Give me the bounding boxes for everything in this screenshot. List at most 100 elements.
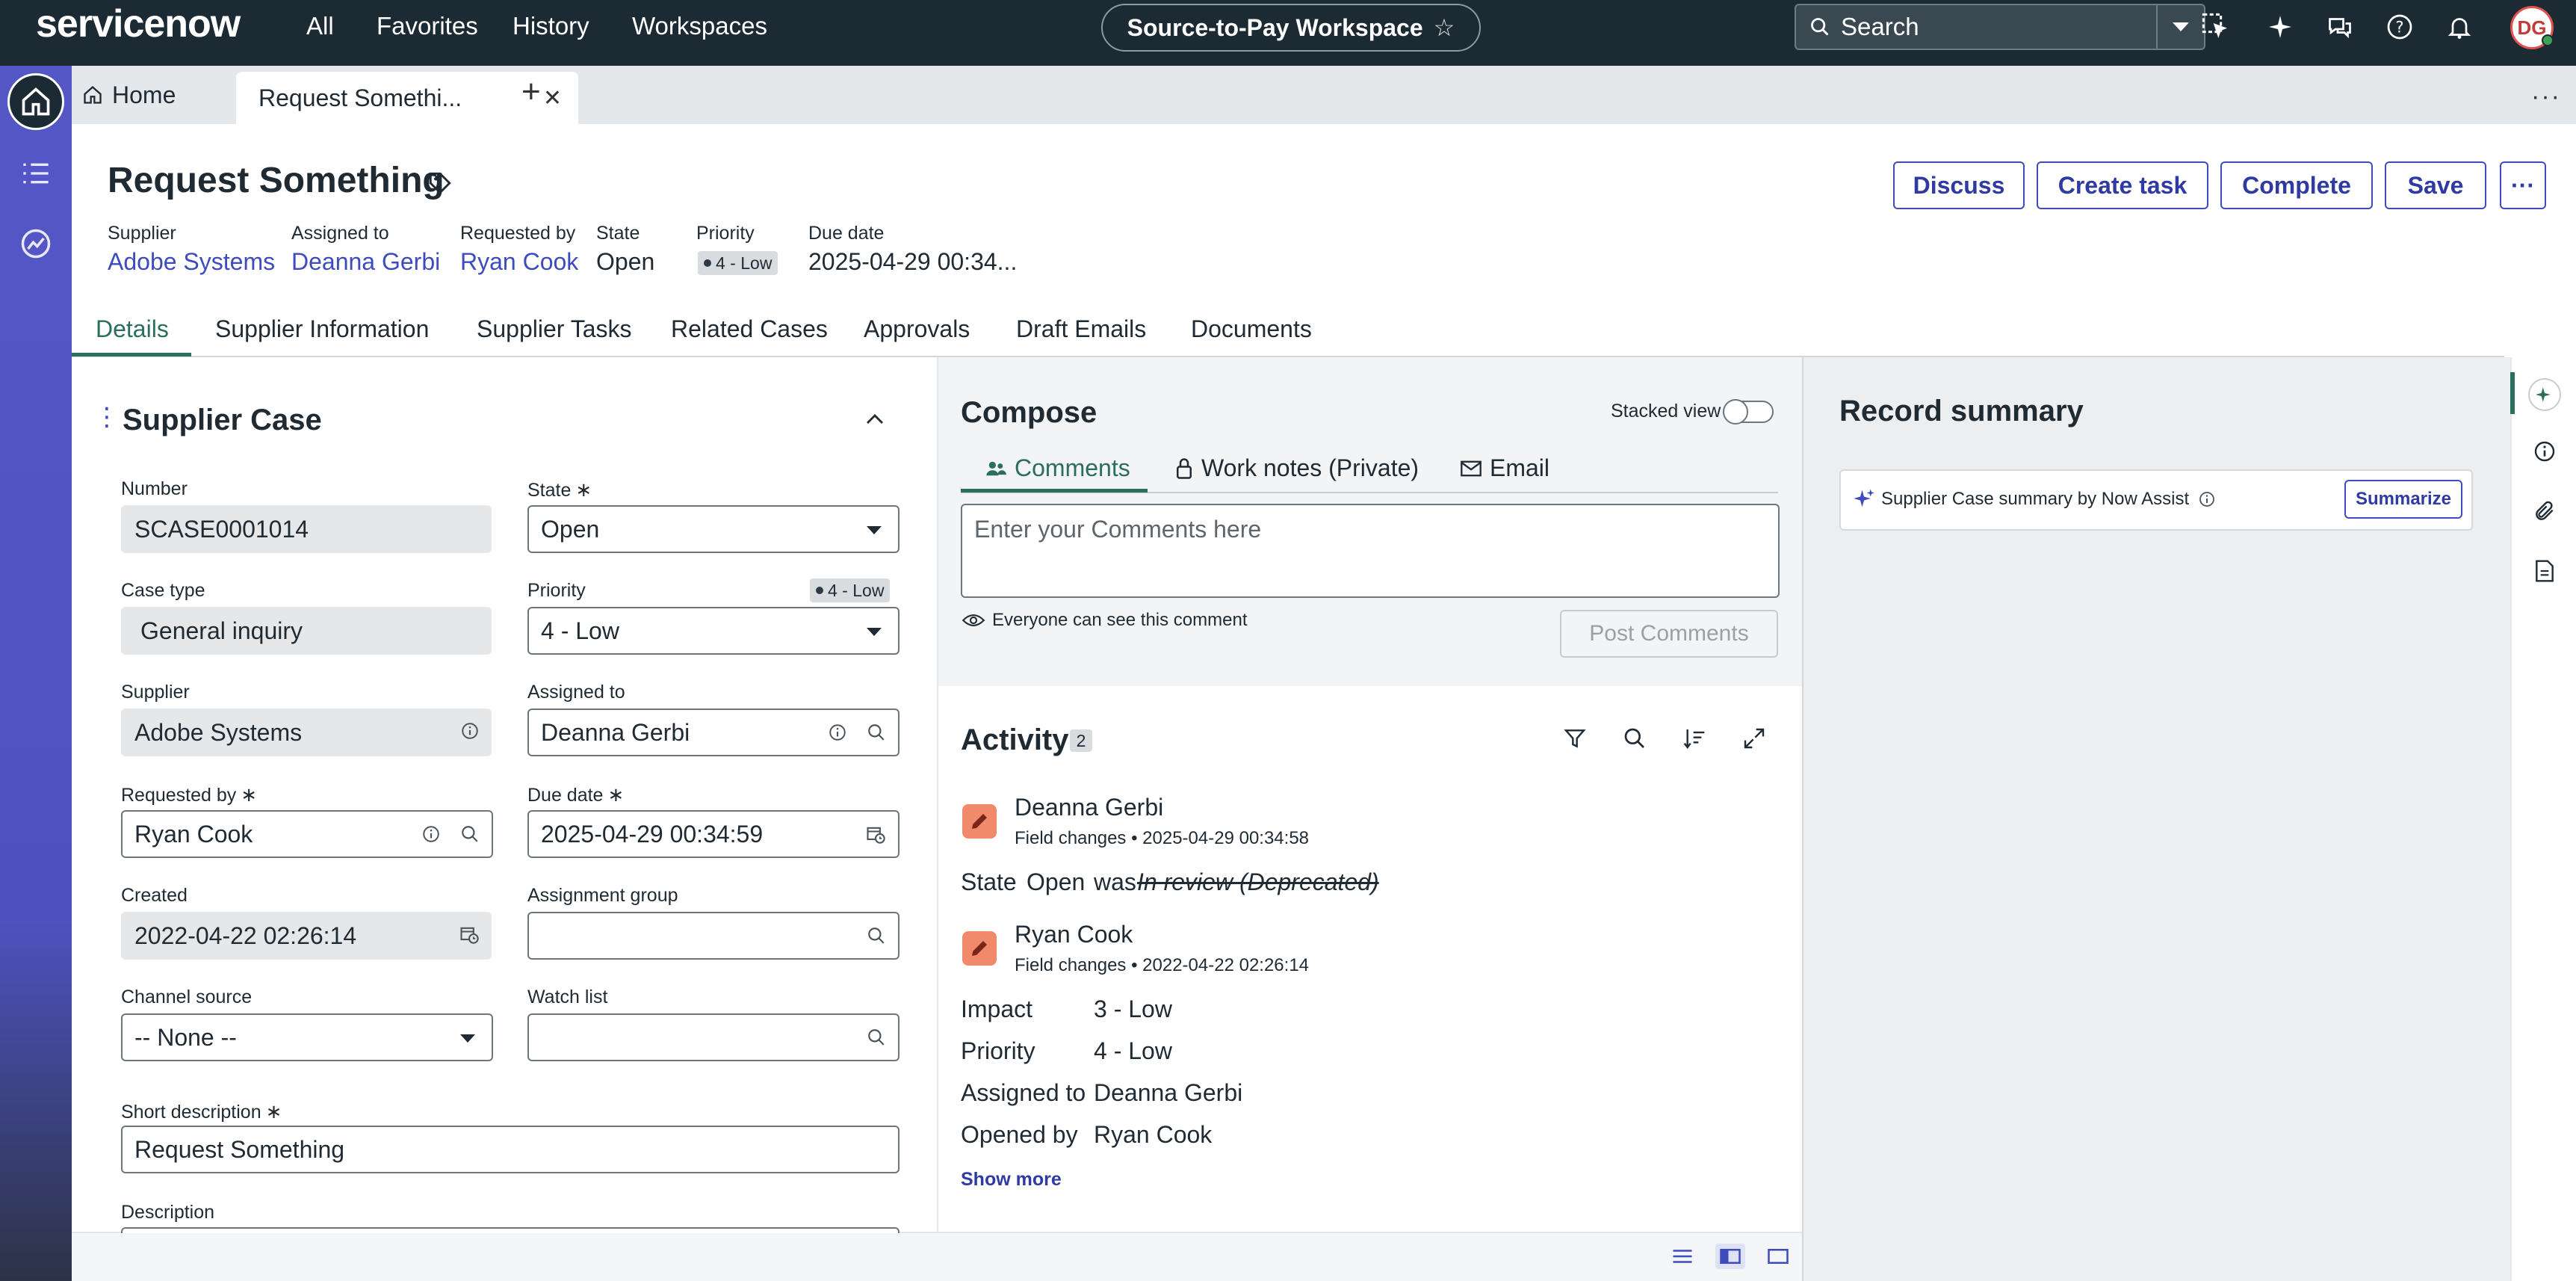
priority-mini-text: 4 - Low: [828, 580, 885, 600]
short-description-input[interactable]: Request Something: [121, 1126, 900, 1173]
post-comments-button[interactable]: Post Comments: [1560, 610, 1778, 658]
more-actions-button[interactable]: ···: [2500, 161, 2546, 209]
meta-assigned-link[interactable]: Deanna Gerbi: [291, 248, 440, 276]
save-button[interactable]: Save: [2385, 161, 2486, 209]
attachment-icon[interactable]: [2530, 496, 2560, 526]
tab-approvals[interactable]: Approvals: [864, 315, 970, 343]
requested-by-field[interactable]: Ryan Cook: [121, 810, 493, 858]
search-icon[interactable]: [867, 723, 886, 742]
add-tab-icon[interactable]: +: [521, 73, 541, 111]
required-indicator: ∗: [241, 783, 258, 806]
edit-icon: [962, 931, 997, 966]
tab-supplier-information[interactable]: Supplier Information: [215, 315, 429, 343]
tab-work-notes[interactable]: Work notes (Private): [1174, 454, 1419, 482]
global-search-input[interactable]: Search: [1795, 4, 2158, 50]
tab-email[interactable]: Email: [1460, 454, 1549, 482]
short-description-value: Request Something: [134, 1135, 345, 1163]
info-icon[interactable]: [2530, 436, 2560, 466]
tab-related-cases[interactable]: Related Cases: [671, 315, 828, 343]
tab-email-label: Email: [1490, 454, 1550, 481]
info-icon[interactable]: [828, 723, 847, 742]
expand-icon[interactable]: [1742, 726, 1766, 754]
nav-workspaces[interactable]: Workspaces: [632, 12, 767, 40]
list-icon[interactable]: [18, 155, 54, 191]
servicenow-logo[interactable]: servicenow: [36, 1, 241, 46]
info-icon[interactable]: [2198, 490, 2216, 508]
summarize-button[interactable]: Summarize: [2344, 480, 2462, 519]
bell-icon[interactable]: [2443, 10, 2476, 43]
description-textarea[interactable]: [121, 1227, 900, 1233]
meta-state-value: Open: [596, 248, 655, 275]
meta-requested-link[interactable]: Ryan Cook: [460, 248, 578, 276]
tab-home[interactable]: Home: [82, 75, 176, 115]
comments-textarea[interactable]: Enter your Comments here: [961, 504, 1780, 598]
workspace-name: Source-to-Pay Workspace: [1127, 13, 1423, 41]
meta-due-label: Due date: [808, 223, 885, 244]
info-icon[interactable]: [460, 721, 480, 741]
change-was-text: was: [1094, 868, 1136, 895]
change-value-priority: 4 - Low: [1094, 1037, 1172, 1064]
priority-select[interactable]: 4 - Low: [527, 607, 900, 655]
drag-handle-icon[interactable]: ⋮: [94, 404, 120, 430]
number-field: SCASE0001014: [121, 505, 492, 553]
document-icon[interactable]: [2530, 556, 2560, 586]
cursor-select-icon[interactable]: [2199, 10, 2232, 43]
create-task-button[interactable]: Create task: [2037, 161, 2208, 209]
analytics-icon[interactable]: [18, 226, 54, 262]
now-assist-icon[interactable]: [2528, 378, 2561, 411]
tab-details[interactable]: Details: [96, 315, 169, 343]
calendar-clock-icon[interactable]: [865, 824, 886, 845]
priority-mini-badge: 4 - Low: [810, 578, 891, 602]
tag-icon[interactable]: [427, 170, 453, 200]
created-field: 2022-04-22 02:26:14: [121, 912, 492, 960]
channel-source-select[interactable]: -- None --: [121, 1013, 493, 1061]
star-icon[interactable]: ☆: [1434, 13, 1455, 42]
active-tab-indicator: [72, 353, 191, 356]
activity-author-2: Ryan Cook: [1015, 921, 1133, 948]
discuss-button[interactable]: Discuss: [1893, 161, 2025, 209]
help-icon[interactable]: ?: [2383, 10, 2416, 43]
info-icon[interactable]: [421, 824, 441, 844]
compose-title: Compose: [961, 396, 1097, 429]
home-icon: [84, 85, 102, 104]
meta-supplier-link[interactable]: Adobe Systems: [108, 248, 275, 276]
chat-icon[interactable]: [2323, 10, 2356, 43]
assignment-group-label: Assignment group: [527, 885, 678, 906]
channel-source-label: Channel source: [121, 987, 253, 1007]
nav-all[interactable]: All: [306, 12, 334, 40]
complete-button[interactable]: Complete: [2220, 161, 2373, 209]
workspace-switcher[interactable]: Source-to-Pay Workspace ☆: [1101, 4, 1481, 52]
sort-icon[interactable]: [1682, 726, 1706, 754]
close-icon[interactable]: ✕: [543, 85, 562, 111]
tab-draft-emails[interactable]: Draft Emails: [1016, 315, 1146, 343]
watch-list-field[interactable]: [527, 1013, 900, 1061]
filter-icon[interactable]: [1563, 726, 1587, 754]
search-icon[interactable]: [867, 926, 886, 945]
tab-documents[interactable]: Documents: [1191, 315, 1312, 343]
search-icon[interactable]: [1623, 726, 1647, 754]
active-compose-tab-indicator: [961, 489, 1148, 493]
tab-supplier-tasks[interactable]: Supplier Tasks: [477, 315, 632, 343]
priority-badge: 4 - Low: [698, 251, 778, 275]
search-icon[interactable]: [867, 1028, 886, 1047]
state-select[interactable]: Open: [527, 505, 900, 553]
assignment-group-field[interactable]: [527, 912, 900, 960]
due-date-field[interactable]: 2025-04-29 00:34:59: [527, 810, 900, 858]
search-scope-dropdown[interactable]: [2158, 4, 2205, 50]
assigned-to-field[interactable]: Deanna Gerbi: [527, 709, 900, 756]
search-icon[interactable]: [460, 824, 480, 844]
sparkle-icon[interactable]: [2264, 10, 2297, 43]
more-icon[interactable]: ···: [2531, 82, 2561, 111]
layout-single-icon[interactable]: [1763, 1244, 1793, 1269]
layout-split-icon[interactable]: [1715, 1244, 1745, 1269]
change-new-state: Open: [1027, 868, 1086, 895]
show-more-link[interactable]: Show more: [961, 1169, 1062, 1191]
layout-list-icon[interactable]: [1668, 1244, 1697, 1269]
mail-icon: [1461, 460, 1481, 476]
tab-comments[interactable]: Comments: [985, 454, 1130, 482]
nav-history[interactable]: History: [513, 12, 589, 40]
chevron-up-icon[interactable]: [864, 408, 886, 434]
record-tabs: Details Supplier Information Supplier Ta…: [72, 303, 2504, 357]
nav-favorites[interactable]: Favorites: [377, 12, 478, 40]
home-icon[interactable]: [7, 73, 64, 130]
